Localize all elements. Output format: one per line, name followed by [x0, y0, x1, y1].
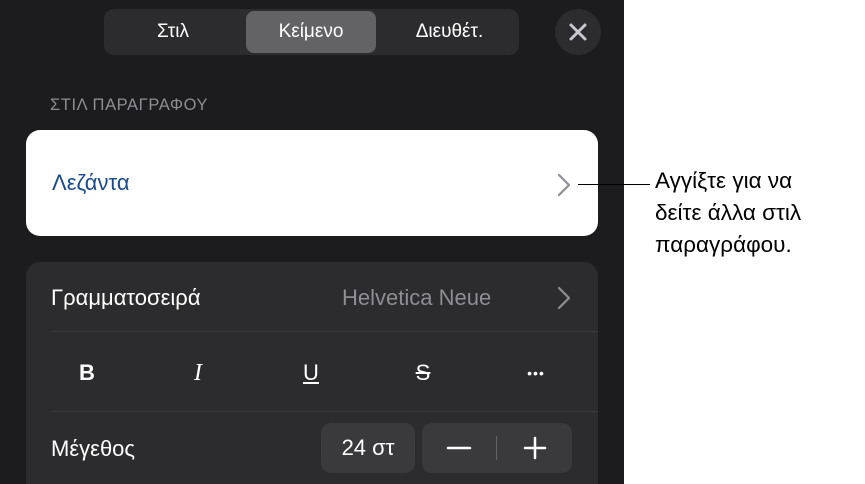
- bold-button[interactable]: B: [57, 348, 117, 398]
- callout-text: Αγγίξτε για να δείτε άλλα στιλ παραγράφο…: [655, 165, 860, 261]
- font-label: Γραμματοσειρά: [51, 285, 201, 310]
- tab-arrange[interactable]: Διευθέτ.: [382, 11, 517, 53]
- font-value[interactable]: Helvetica Neue: [342, 285, 491, 311]
- more-options-button[interactable]: •••: [506, 348, 566, 398]
- size-label: Μέγεθος: [51, 436, 136, 461]
- close-icon: [569, 23, 587, 41]
- callout-line-1: Αγγίξτε για να: [655, 168, 793, 193]
- stepper-divider: [496, 436, 497, 460]
- callout-leader-line: [578, 184, 650, 185]
- increase-size-button[interactable]: [498, 423, 572, 473]
- font-size-stepper: [422, 423, 572, 473]
- segmented-tabs: Στιλ Κείμενο Διευθέτ.: [104, 9, 519, 55]
- paragraph-style-value: Λεζάντα: [52, 170, 130, 195]
- close-button[interactable]: [555, 9, 601, 55]
- underline-button[interactable]: U: [281, 348, 341, 398]
- chevron-right-icon[interactable]: [556, 286, 572, 310]
- divider: [51, 411, 598, 412]
- chevron-right-icon: [557, 173, 571, 197]
- tab-text[interactable]: Κείμενο: [246, 11, 376, 53]
- format-panel: Στιλ Κείμενο Διευθέτ. ΣΤΙΛ ΠΑΡΑΓΡΑΦΟΥ Λε…: [0, 0, 624, 484]
- paragraph-style-header: ΣΤΙΛ ΠΑΡΑΓΡΑΦΟΥ: [50, 96, 209, 114]
- callout-line-2: δείτε άλλα στιλ: [655, 200, 802, 225]
- divider: [51, 331, 598, 332]
- font-size-value[interactable]: 24 στ: [321, 423, 415, 473]
- paragraph-style-row[interactable]: Λεζάντα: [26, 130, 598, 236]
- tab-style[interactable]: Στιλ: [106, 11, 240, 53]
- callout-line-3: παραγράφου.: [655, 232, 792, 257]
- italic-button[interactable]: I: [168, 348, 228, 398]
- minus-icon: [446, 446, 472, 450]
- decrease-size-button[interactable]: [422, 423, 496, 473]
- plus-icon: [523, 436, 547, 460]
- strikethrough-button[interactable]: S: [393, 348, 453, 398]
